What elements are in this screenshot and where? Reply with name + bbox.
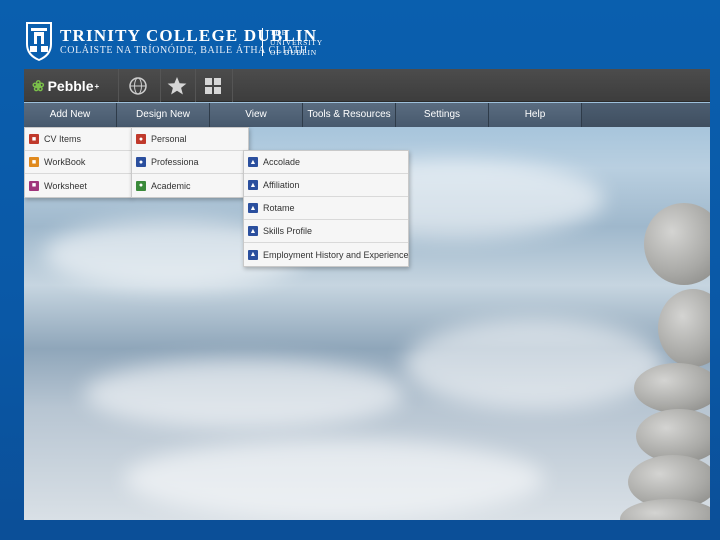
menu-item-affiliation[interactable]: ▲ Affiliation	[244, 174, 408, 197]
menu-item-label: Academic	[151, 180, 191, 191]
menu-item-accolade[interactable]: ▲ Accolade	[244, 151, 408, 174]
star-icon[interactable]	[167, 76, 187, 96]
menu-item-workbook[interactable]: ■ WorkBook	[25, 151, 131, 174]
employment-icon: ▲	[248, 249, 258, 260]
toolbar-divider	[118, 69, 119, 102]
menu-item-academic[interactable]: ● Academic	[132, 174, 248, 197]
pebble-logo[interactable]: ❀ Pebble +	[32, 77, 99, 95]
design-new-menu: ● Personal ● Professiona ● Academic	[131, 127, 249, 198]
tagline-line-1: THE	[270, 28, 287, 37]
worksheet-icon: ■	[29, 180, 39, 191]
menu-item-skills-profile[interactable]: ▲ Skills Profile	[244, 220, 408, 243]
nav-add-new[interactable]: Add New	[24, 103, 117, 127]
cv-icon: ■	[29, 134, 39, 144]
professional-submenu: ▲ Accolade ▲ Affiliation ▲ Rotame ▲ Skil…	[243, 150, 409, 267]
menu-item-label: Personal	[151, 134, 187, 144]
accolade-icon: ▲	[248, 157, 258, 167]
main-navbar: Add New Design New View Tools & Resource…	[24, 103, 710, 127]
academic-icon: ●	[136, 180, 146, 191]
menu-item-label: Worksheet	[44, 180, 87, 191]
stone-image	[620, 499, 710, 520]
menu-item-worksheet[interactable]: ■ Worksheet	[25, 174, 131, 197]
toolbar-divider	[195, 69, 196, 102]
trinity-crest-logo	[26, 22, 52, 61]
cloud	[84, 359, 404, 429]
menu-item-cv-items[interactable]: ■ CV Items	[25, 128, 131, 151]
nav-design-new[interactable]: Design New	[117, 103, 210, 127]
menu-item-employment-history[interactable]: ▲ Employment History and Experience	[244, 243, 409, 266]
app-window: ❀ Pebble + Add New Design New View Tools…	[24, 69, 710, 520]
toolbar-divider	[160, 69, 161, 102]
pebble-logo-plus: +	[94, 81, 100, 91]
nav-settings[interactable]: Settings	[396, 103, 489, 127]
nav-help[interactable]: Help	[489, 103, 582, 127]
cloud	[404, 319, 664, 409]
menu-item-label: Skills Profile	[263, 226, 313, 236]
tagline-line-3: OF DUBLIN	[270, 48, 317, 57]
brand-divider	[262, 28, 263, 56]
stone-image	[644, 203, 710, 285]
grid-icon[interactable]	[203, 76, 223, 96]
menu-item-label: Professiona	[151, 157, 199, 167]
cloud	[124, 439, 544, 519]
workbook-icon: ■	[29, 157, 39, 167]
menu-item-label: Employment History and Experience	[263, 249, 409, 260]
stone-image	[634, 363, 710, 413]
menu-item-label: WorkBook	[44, 157, 86, 167]
person-icon: ●	[136, 134, 146, 144]
toolbar-divider	[232, 69, 233, 102]
university-tagline: THE UNIVERSITY OF DUBLIN	[270, 28, 323, 58]
menu-item-label: Accolade	[263, 157, 301, 167]
menu-item-professional[interactable]: ● Professiona	[132, 151, 248, 174]
nav-filler	[582, 103, 710, 127]
page-header: TRINITY COLLEGE DUBLIN COLÁISTE NA TRÍON…	[0, 0, 720, 70]
app-toolbar: ❀ Pebble +	[24, 69, 710, 102]
professional-icon: ●	[136, 157, 146, 167]
rotame-icon: ▲	[248, 203, 258, 213]
menu-item-label: Affiliation	[263, 180, 300, 190]
pebble-leaf-icon: ❀	[32, 78, 45, 95]
nav-view[interactable]: View	[210, 103, 303, 127]
menu-item-label: Rotame	[263, 203, 295, 213]
stone-image	[658, 289, 710, 367]
skills-icon: ▲	[248, 226, 258, 236]
nav-tools-resources[interactable]: Tools & Resources	[303, 103, 396, 127]
add-new-menu: ■ CV Items ■ WorkBook ■ Worksheet	[24, 127, 132, 198]
footer-strip	[0, 520, 720, 540]
menu-item-personal[interactable]: ● Personal	[132, 128, 248, 151]
menu-item-rotame[interactable]: ▲ Rotame	[244, 197, 408, 220]
affiliation-icon: ▲	[248, 180, 258, 190]
pebble-logo-label: Pebble	[47, 78, 94, 94]
globe-icon[interactable]	[128, 76, 148, 96]
menu-item-label: CV Items	[44, 134, 82, 144]
tagline-line-2: UNIVERSITY	[270, 38, 323, 47]
